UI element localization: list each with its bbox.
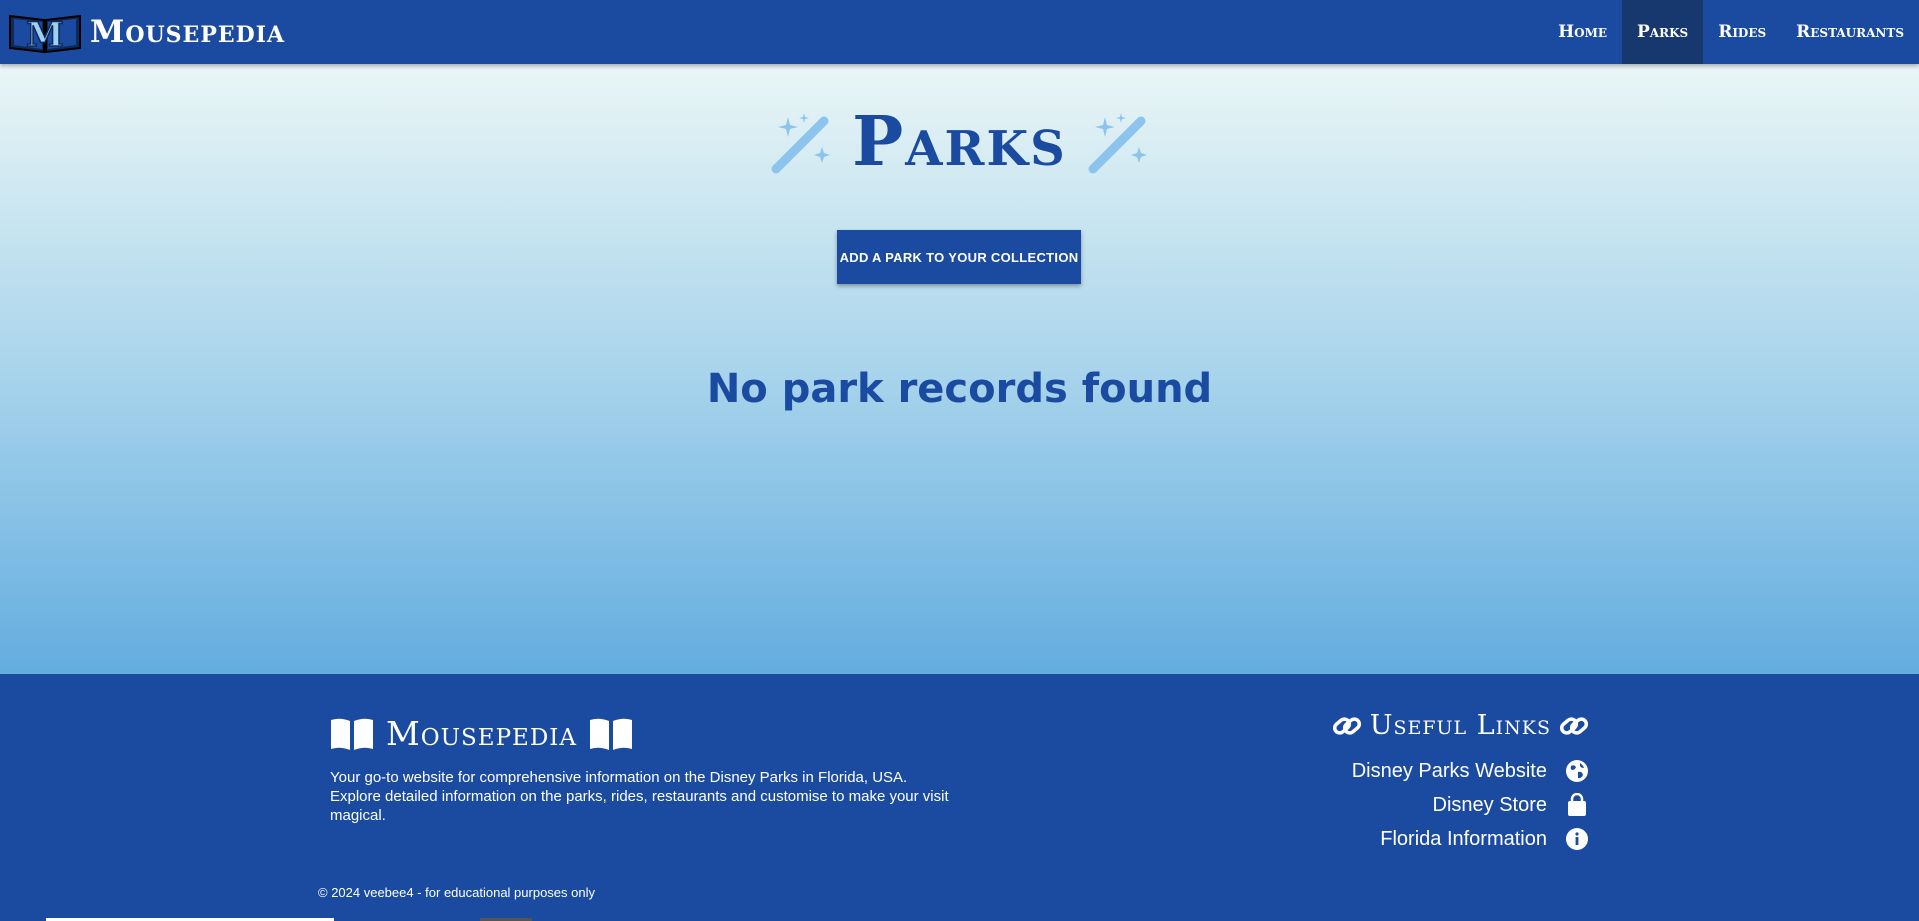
open-book-icon bbox=[331, 718, 373, 750]
footer: Mousepedia Your go-to website for compre… bbox=[0, 674, 1919, 921]
mousepedia-book-logo-icon: M bbox=[9, 14, 81, 54]
globe-icon bbox=[1566, 760, 1588, 782]
open-book-icon bbox=[589, 718, 632, 750]
disney-parks-website-link[interactable]: Disney Parks Website bbox=[1352, 760, 1547, 783]
link-icon bbox=[1559, 716, 1589, 735]
link-icon bbox=[1332, 716, 1361, 735]
page-title-row: Parks bbox=[0, 108, 1919, 176]
footer-brand: Mousepedia bbox=[330, 714, 633, 753]
svg-text:M: M bbox=[26, 15, 64, 54]
brand-link[interactable]: M Mousepedia bbox=[0, 0, 285, 64]
navbar: M Mousepedia Home Parks Rides Restaurant… bbox=[0, 0, 1919, 64]
add-park-button[interactable]: ADD A PARK TO YOUR COLLECTION bbox=[837, 230, 1081, 284]
footer-description: Your go-to website for comprehensive inf… bbox=[330, 769, 949, 824]
disney-store-link[interactable]: Disney Store bbox=[1433, 794, 1548, 817]
useful-links-list: Disney Parks Website Disney Store Florid… bbox=[1352, 754, 1589, 856]
magic-wand-icon bbox=[1088, 113, 1147, 174]
copyright-text: © 2024 veebee4 - for educational purpose… bbox=[318, 885, 595, 900]
info-circle-icon bbox=[1566, 828, 1588, 850]
nav-restaurants[interactable]: Restaurants bbox=[1781, 0, 1919, 64]
empty-state-message: No park records found bbox=[706, 366, 1213, 412]
list-item: Florida Information bbox=[1352, 822, 1589, 856]
useful-links-title: Useful Links bbox=[1369, 710, 1551, 741]
nav-menu: Home Parks Rides Restaurants bbox=[1543, 0, 1919, 64]
useful-links-heading: Useful Links bbox=[1332, 710, 1589, 741]
main-content: Parks ADD A PARK TO YOUR COLLECTION No p… bbox=[0, 64, 1919, 674]
magic-wand-icon bbox=[771, 113, 831, 174]
list-item: Disney Parks Website bbox=[1352, 754, 1589, 788]
nav-rides[interactable]: Rides bbox=[1703, 0, 1781, 64]
list-item: Disney Store bbox=[1352, 788, 1589, 822]
footer-brand-name: Mousepedia bbox=[386, 714, 577, 753]
florida-information-link[interactable]: Florida Information bbox=[1380, 828, 1547, 851]
nav-parks[interactable]: Parks bbox=[1622, 0, 1704, 64]
shopping-bag-icon bbox=[1568, 793, 1586, 816]
nav-home[interactable]: Home bbox=[1543, 0, 1622, 64]
brand-name: Mousepedia bbox=[90, 14, 286, 50]
page-title: Parks bbox=[852, 102, 1067, 182]
